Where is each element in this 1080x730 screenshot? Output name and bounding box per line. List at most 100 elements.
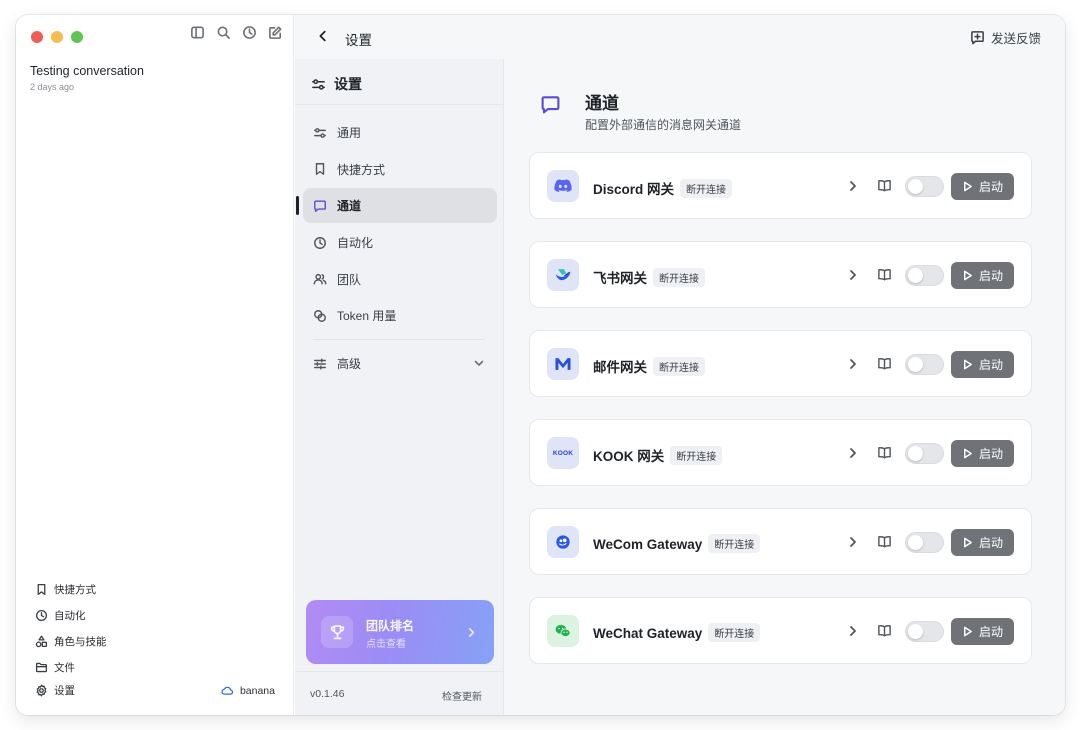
gateway-toggle[interactable]	[905, 354, 944, 375]
settings-nav-channels[interactable]: 通道	[296, 188, 497, 224]
chevron-right-icon[interactable]	[847, 624, 859, 642]
start-button[interactable]: 启动	[951, 529, 1014, 556]
chevron-right-icon[interactable]	[847, 357, 859, 375]
team-ranking-card[interactable]: 团队排名 点击查看	[306, 600, 494, 664]
book-open-icon[interactable]	[877, 445, 892, 465]
conversation-title: Testing conversation	[30, 64, 144, 78]
nav-item-label: 快捷方式	[337, 162, 386, 177]
chevron-right-icon[interactable]	[847, 268, 859, 286]
minimize-window-button[interactable]	[51, 31, 63, 43]
window-controls	[31, 31, 83, 43]
gateway-name: WeChat Gateway 断开连接	[593, 623, 761, 642]
sidebar-item-shortcuts[interactable]: 快捷方式	[35, 576, 107, 602]
team-card-subtitle: 点击查看	[366, 639, 406, 650]
start-button[interactable]: 启动	[951, 262, 1014, 289]
chevron-right-icon[interactable]	[847, 535, 859, 553]
clock-icon	[35, 609, 48, 621]
start-button[interactable]: 启动	[951, 618, 1014, 645]
section-title: 通道	[585, 94, 619, 113]
settings-nav-automation[interactable]: 自动化	[303, 225, 497, 260]
workspace-button[interactable]: banana	[221, 684, 275, 697]
status-badge: 断开连接	[653, 357, 705, 376]
gateway-card-discord: Discord 网关 断开连接 启动	[529, 152, 1032, 219]
toggle-sidebar-icon[interactable]	[189, 24, 205, 40]
close-window-button[interactable]	[31, 31, 43, 43]
bookmark-icon	[37, 583, 46, 595]
sidebar-item-label: 角色与技能	[54, 635, 107, 648]
book-open-icon[interactable]	[877, 623, 892, 643]
sidebar-item-label: 自动化	[54, 609, 86, 622]
gateway-card-wecom: WeCom Gateway 断开连接 启动	[529, 508, 1032, 575]
play-icon	[964, 270, 972, 281]
divider	[295, 671, 504, 672]
settings-nav-team[interactable]: 团队	[303, 262, 497, 297]
trophy-icon	[321, 616, 353, 648]
settings-nav-heading: 设置	[311, 74, 362, 94]
titlebar: 设置 发送反馈	[295, 15, 1065, 59]
gateway-name: KOOK 网关 断开连接	[593, 445, 723, 465]
kook-logo-text: KOOK	[552, 449, 574, 457]
divider	[295, 104, 504, 105]
start-button[interactable]: 启动	[951, 173, 1014, 200]
settings-pane: 设置 发送反馈 设置 通用 快捷方式 通道 自动化 团队 Token 用量 高级…	[295, 15, 1065, 715]
users-icon	[313, 274, 327, 285]
chevron-right-icon[interactable]	[847, 446, 859, 464]
sidebar-footer: 设置 banana	[35, 683, 275, 698]
sidebar-item-label: 快捷方式	[54, 583, 96, 596]
sidebar-bottom-nav: 快捷方式 自动化 角色与技能 文件	[35, 576, 107, 680]
sidebar-item-roles-skills[interactable]: 角色与技能	[35, 628, 107, 654]
settings-nav-general[interactable]: 通用	[303, 115, 497, 150]
sidebar-item-files[interactable]: 文件	[35, 654, 107, 680]
settings-nav: 设置 通用 快捷方式 通道 自动化 团队 Token 用量 高级 团队排名 点击…	[295, 59, 504, 715]
history-clock-icon[interactable]	[241, 24, 257, 40]
nav-item-label: Token 用量	[337, 309, 397, 324]
play-icon	[964, 448, 972, 459]
app-version: v0.1.46	[310, 688, 345, 700]
settings-nav-token-usage[interactable]: Token 用量	[303, 298, 497, 333]
gateway-toggle[interactable]	[905, 621, 944, 642]
chevron-right-icon[interactable]	[847, 179, 859, 197]
feedback-label: 发送反馈	[990, 32, 1041, 46]
nav-item-label: 自动化	[337, 236, 374, 251]
gateway-toggle[interactable]	[905, 532, 944, 553]
start-button[interactable]: 启动	[951, 351, 1014, 378]
check-update-button[interactable]: 检查更新	[442, 688, 482, 703]
play-icon	[964, 359, 972, 370]
gateway-name: 邮件网关 断开连接	[593, 356, 705, 376]
status-badge: 断开连接	[680, 179, 733, 198]
book-open-icon[interactable]	[877, 356, 892, 376]
send-feedback-button[interactable]: 发送反馈	[970, 28, 1041, 47]
book-open-icon[interactable]	[877, 534, 892, 554]
message-icon	[540, 94, 561, 120]
back-button[interactable]	[316, 29, 330, 48]
status-badge: 断开连接	[653, 268, 705, 287]
gateway-toggle[interactable]	[905, 176, 944, 197]
nav-item-label: 通道	[337, 199, 362, 214]
conversation-item[interactable]: Testing conversation 2 days ago	[30, 64, 144, 92]
settings-nav-advanced[interactable]: 高级	[303, 346, 497, 381]
chevron-down-icon	[473, 357, 485, 372]
search-icon[interactable]	[215, 24, 231, 40]
status-badge: 断开连接	[708, 623, 761, 642]
nav-item-label: 通用	[337, 126, 362, 140]
book-open-icon[interactable]	[877, 267, 892, 287]
wechat-logo-icon	[547, 615, 579, 647]
zoom-window-button[interactable]	[71, 31, 83, 43]
sliders-icon	[314, 127, 326, 138]
play-icon	[964, 537, 972, 548]
coins-icon	[314, 309, 326, 322]
gateway-toggle[interactable]	[905, 443, 944, 464]
start-button[interactable]: 启动	[951, 440, 1014, 467]
sidebar-item-automation[interactable]: 自动化	[35, 602, 107, 628]
adjustments-icon	[314, 358, 326, 370]
new-chat-edit-icon[interactable]	[267, 24, 283, 40]
feedback-icon	[971, 31, 984, 45]
book-open-icon[interactable]	[877, 178, 892, 198]
sidebar-settings-button[interactable]: 设置	[35, 683, 75, 698]
kook-logo-icon: KOOK	[547, 437, 579, 469]
settings-nav-shortcuts[interactable]: 快捷方式	[303, 152, 497, 187]
settings-nav-list: 通用 快捷方式 通道 自动化 团队 Token 用量 高级	[296, 115, 497, 383]
gateway-name: Discord 网关 断开连接	[593, 178, 733, 198]
section-subtitle: 配置外部通信的消息网关通道	[585, 118, 742, 132]
gateway-toggle[interactable]	[905, 265, 944, 286]
